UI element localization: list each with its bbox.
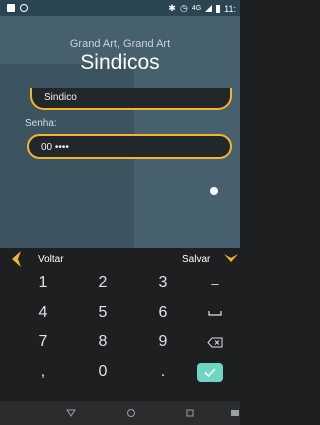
clock: 11: [224, 3, 236, 14]
status-notifications [7, 4, 28, 12]
password-field-value: 00 •••• [41, 142, 69, 153]
chevron-left-icon[interactable] [10, 250, 22, 268]
space-key[interactable] [185, 300, 245, 326]
nav-home-button[interactable] [124, 406, 138, 420]
password-field[interactable]: 00 •••• [27, 134, 232, 159]
enter-key[interactable] [180, 359, 240, 385]
alarm-icon: ◷ [179, 3, 188, 13]
app-screen: Grand Art, Grand Art Sindicos Sindico Se… [0, 16, 240, 248]
key-9[interactable]: 9 [133, 329, 193, 355]
key-7[interactable]: 7 [13, 329, 73, 355]
back-button[interactable]: Voltar [38, 254, 64, 265]
backspace-key[interactable] [185, 329, 245, 355]
nav-home-icon [127, 409, 135, 417]
keypad: 1 2 3 – 4 5 6 7 8 9 , 0 . [0, 270, 240, 401]
navigation-bar [0, 401, 240, 425]
battery-icon [216, 4, 221, 13]
save-button[interactable]: Salvar [182, 254, 210, 265]
bluetooth-icon: ✱ [168, 3, 176, 13]
numeric-keyboard: Voltar Salvar 1 2 3 – 4 5 6 7 8 9 , 0 . [0, 248, 240, 401]
nav-keyboard-button[interactable] [228, 406, 242, 420]
key-1[interactable]: 1 [13, 270, 73, 296]
key-5[interactable]: 5 [73, 300, 133, 326]
chevron-down-icon[interactable] [223, 252, 239, 264]
key-2[interactable]: 2 [73, 270, 133, 296]
key-0[interactable]: 0 [73, 359, 133, 385]
backspace-icon [207, 337, 223, 347]
status-indicators: ✱ ◷ 4G 11: [168, 3, 236, 14]
page-subtitle: Grand Art, Grand Art [69, 38, 171, 50]
nav-recents-icon [186, 409, 194, 417]
network-type: 4G [191, 5, 202, 12]
nav-back-icon [66, 409, 76, 417]
space-icon [208, 311, 222, 316]
key-3[interactable]: 3 [133, 270, 193, 296]
nav-back-button[interactable] [64, 406, 78, 420]
check-icon [204, 367, 216, 377]
enter-key-box [197, 362, 223, 382]
key-comma[interactable]: , [13, 359, 73, 385]
sindico-field-value: Sindico [44, 92, 77, 103]
page-title: Sindicos [80, 51, 160, 74]
notification-icon [7, 4, 15, 12]
key-6[interactable]: 6 [133, 300, 193, 326]
keyboard-toolbar: Voltar Salvar [0, 248, 240, 270]
signal-icon [205, 5, 213, 12]
key-minus[interactable]: – [185, 270, 245, 296]
password-label: Senha: [25, 118, 57, 129]
sindico-field[interactable]: Sindico [30, 88, 232, 110]
key-4[interactable]: 4 [13, 300, 73, 326]
cursor-handle[interactable] [210, 187, 218, 195]
keyboard-switch-icon [231, 410, 239, 416]
nav-recents-button[interactable] [183, 406, 197, 420]
key-8[interactable]: 8 [73, 329, 133, 355]
status-bar: ✱ ◷ 4G 11: [0, 0, 240, 16]
sync-icon [20, 4, 28, 12]
